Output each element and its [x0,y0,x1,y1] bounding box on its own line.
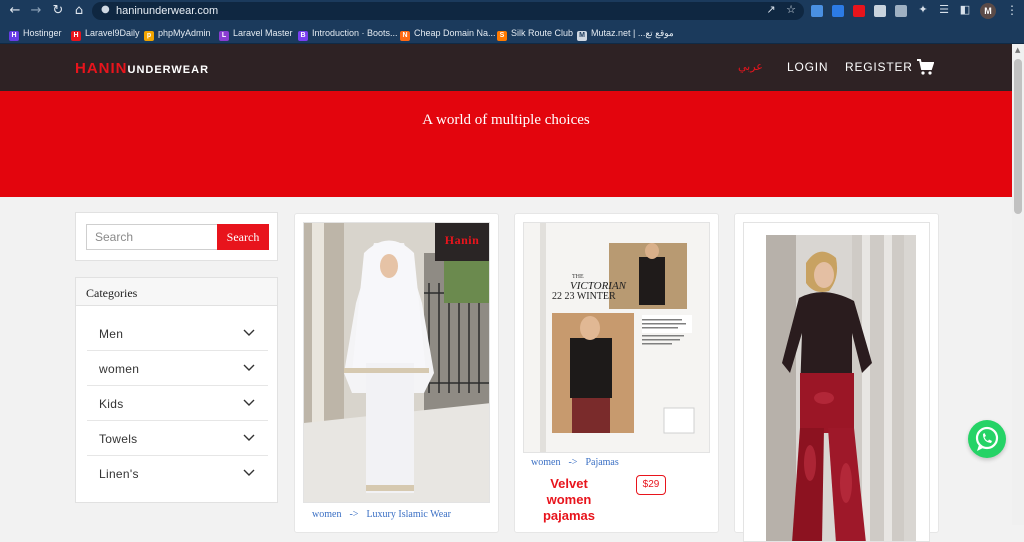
magazine-season: 22 23 WINTER [552,291,616,302]
bookmark-bootstrap[interactable]: B Introduction · Boots... [298,26,398,41]
bookmark-mutaz[interactable]: M Mutaz.net | ...موقع تع [577,26,674,41]
category-item-towels[interactable]: Towels [87,421,268,456]
whatsapp-chat-button[interactable] [968,420,1006,458]
bookmark-star-icon[interactable]: ☆ [784,3,798,17]
laravel9daily-icon: H [71,31,81,41]
laravel-master-icon: L [219,31,229,41]
silk-route-icon: S [497,31,507,41]
mutaz-icon: M [577,31,587,41]
nav-login-link[interactable]: LOGIN [787,60,828,74]
share-icon[interactable]: ↗ [764,3,778,17]
product-card[interactable]: Hanin women -> Luxury Islamic Wear [294,213,499,533]
chevron-down-icon [243,434,255,441]
browser-toolbar: ← → ↻ ⌂ ● haninunderwear.com ↗ ☆ ✦ ☰ ◧ M… [0,0,1024,22]
product-card[interactable] [734,213,939,542]
bookmarks-bar: H Hostinger H Laravel9Daily p phpMyAdmin LL… [0,22,1024,44]
product-card[interactable]: THE VICTORIAN 22 23 WINTER women -> Pajama… [514,213,719,533]
page-scrollbar[interactable]: ▲ [1012,44,1024,525]
profile-avatar[interactable]: M [980,3,996,19]
nav-register-link[interactable]: REGISTER [845,60,913,74]
product-breadcrumb[interactable]: women -> Pajamas [531,457,619,468]
bookmark-laravel9daily[interactable]: H Laravel9Daily [71,26,140,41]
chevron-down-icon [243,329,255,336]
bookmark-laravel-master[interactable]: L Laravel Master [219,26,293,41]
search-button[interactable]: Search [217,224,269,250]
extension-icon-1[interactable] [811,5,823,17]
search-input[interactable] [86,224,217,250]
side-panel-icon[interactable]: ◧ [958,3,972,17]
bookmark-phpmyadmin[interactable]: p phpMyAdmin [144,26,211,41]
bookmark-hostinger[interactable]: H Hostinger [9,26,62,41]
home-icon[interactable]: ⌂ [71,3,87,19]
menu-kebab-icon[interactable]: ⋮ [1006,3,1018,17]
back-arrow-icon[interactable]: ← [7,3,23,19]
site-logo[interactable]: HANINUNDERWEAR [75,60,209,77]
product-image[interactable]: Hanin [303,222,490,503]
search-panel: Search [75,212,278,261]
hero-banner: A world of multiple choices [0,91,1012,197]
category-item-kids[interactable]: Kids [87,386,268,421]
reload-icon[interactable]: ↻ [50,3,66,19]
forward-arrow-icon[interactable]: → [28,3,44,19]
nav-arabic-link[interactable]: عربي [738,60,763,73]
phpmyadmin-icon: p [144,31,154,41]
address-bar[interactable]: ● haninunderwear.com ↗ ☆ [92,2,804,20]
chevron-down-icon [243,469,255,476]
hostinger-icon: H [9,31,19,41]
categories-panel: Categories Men women Kids Towels Linen's [75,277,278,503]
lock-icon: ● [101,4,110,15]
site-navbar: HANINUNDERWEAR عربي LOGIN REGISTER [0,44,1012,91]
hero-tagline: A world of multiple choices [422,112,590,128]
product-image[interactable]: THE VICTORIAN 22 23 WINTER [523,222,710,453]
namecheap-icon: N [400,31,410,41]
extension-icon-4[interactable] [874,5,886,17]
category-item-women[interactable]: women [87,351,268,386]
product-name[interactable]: Velvet women pajamas [529,476,609,524]
categories-title: Categories [76,278,277,306]
chevron-down-icon [243,364,255,371]
product-breadcrumb[interactable]: women -> Luxury Islamic Wear [312,509,451,520]
scrollbar-thumb[interactable] [1014,59,1022,214]
chevron-down-icon [243,399,255,406]
hanin-badge: Hanin [435,223,489,261]
edit-extension-icon[interactable] [895,5,907,17]
category-item-linens[interactable]: Linen's [87,456,268,491]
reading-list-icon[interactable]: ☰ [937,3,951,17]
cart-icon[interactable] [916,58,935,76]
address-url[interactable]: haninunderwear.com [116,5,218,17]
puzzle-extensions-icon[interactable]: ✦ [916,3,930,17]
scroll-up-icon[interactable]: ▲ [1015,46,1020,54]
pdf-extension-icon[interactable] [853,5,865,17]
whatsapp-icon [975,426,999,451]
category-item-men[interactable]: Men [87,316,268,351]
price-badge: $29 [636,475,666,495]
product-image[interactable] [743,222,930,542]
bootstrap-icon: B [298,31,308,41]
extension-icon-2[interactable] [832,5,844,17]
bookmark-silk-route[interactable]: S Silk Route Club [497,26,573,41]
bookmark-cheap-domain[interactable]: N Cheap Domain Na... [400,26,496,41]
